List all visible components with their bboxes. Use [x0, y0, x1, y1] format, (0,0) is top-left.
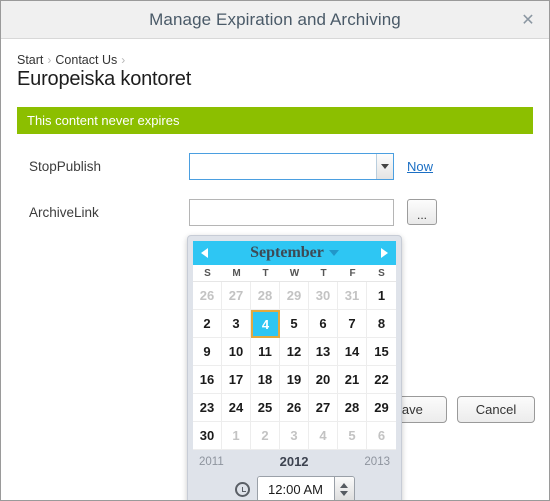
now-link[interactable]: Now [407, 159, 433, 174]
calendar-day[interactable]: 14 [338, 338, 367, 366]
stop-publish-dropdown-button[interactable] [376, 153, 393, 179]
dialog-title: Manage Expiration and Archiving [149, 9, 401, 29]
calendar-day[interactable]: 3 [222, 310, 251, 338]
status-banner-text: This content never expires [27, 113, 180, 128]
date-picker-calendar: September S M T W T F S 26 27 28 29 30 31 1 2 3 4… [187, 235, 402, 500]
chevron-down-icon [328, 250, 339, 256]
calendar-day[interactable]: 27 [222, 282, 251, 310]
weekday-label: T [262, 268, 269, 279]
calendar-day-selected[interactable]: 4 [251, 310, 280, 338]
spinner-down-icon[interactable] [340, 491, 348, 496]
weekday-label: W [289, 268, 300, 279]
weekday-label: T [320, 268, 327, 279]
calendar-day[interactable]: 9 [193, 338, 222, 366]
calendar-day[interactable]: 29 [280, 282, 309, 310]
calendar-day[interactable]: 21 [338, 366, 367, 394]
form-row-archive-link: ArchiveLink ... [1, 198, 549, 226]
time-input[interactable] [257, 477, 334, 500]
calendar-day[interactable]: 1 [222, 422, 251, 450]
calendar-day[interactable]: 25 [251, 394, 280, 422]
page-title: Europeiska kontoret [17, 68, 192, 90]
breadcrumb-separator-icon: › [47, 53, 52, 67]
cancel-button[interactable]: Cancel [457, 396, 535, 423]
chevron-down-icon [381, 163, 389, 169]
calendar-year-current[interactable]: 2012 [280, 454, 309, 469]
calendar-day[interactable]: 31 [338, 282, 367, 310]
calendar-day[interactable]: 22 [367, 366, 396, 394]
calendar-day[interactable]: 15 [367, 338, 396, 366]
calendar-day[interactable]: 24 [222, 394, 251, 422]
calendar-year-prev[interactable]: 2011 [199, 456, 224, 468]
stop-publish-label: StopPublish [29, 158, 102, 174]
calendar-day[interactable]: 8 [367, 310, 396, 338]
calendar-day[interactable]: 17 [222, 366, 251, 394]
calendar-day[interactable]: 29 [367, 394, 396, 422]
calendar-month-label: September [250, 244, 324, 261]
calendar-time-row [193, 472, 396, 500]
stop-publish-input[interactable] [190, 153, 376, 179]
calendar-day[interactable]: 19 [280, 366, 309, 394]
calendar-day[interactable]: 13 [309, 338, 338, 366]
calendar-header: September [193, 241, 396, 265]
calendar-day[interactable]: 5 [280, 310, 309, 338]
archive-link-label: ArchiveLink [29, 204, 99, 220]
breadcrumb-separator-icon: › [121, 53, 126, 67]
weekday-label: S [204, 268, 211, 279]
spinner-up-icon[interactable] [340, 483, 348, 488]
weekday-label: S [378, 268, 385, 279]
calendar-day[interactable]: 27 [309, 394, 338, 422]
calendar-day[interactable]: 1 [367, 282, 396, 310]
calendar-day[interactable]: 2 [251, 422, 280, 450]
calendar-day[interactable]: 4 [309, 422, 338, 450]
dialog-body: Start › Contact Us › Europeiska kontoret Th… [1, 39, 549, 500]
manage-expiration-dialog: Manage Expiration and Archiving ✕ Start ›… [0, 0, 550, 501]
calendar-day[interactable]: 6 [309, 310, 338, 338]
chevron-left-icon[interactable] [201, 248, 208, 258]
dialog-titlebar: Manage Expiration and Archiving ✕ [1, 1, 549, 39]
calendar-day[interactable]: 10 [222, 338, 251, 366]
calendar-day[interactable]: 2 [193, 310, 222, 338]
clock-icon [234, 482, 250, 497]
calendar-day[interactable]: 16 [193, 366, 222, 394]
calendar-day[interactable]: 12 [280, 338, 309, 366]
calendar-year-row: 2011 2012 2013 [193, 450, 396, 472]
status-banner: This content never expires [17, 107, 533, 134]
breadcrumb-item-start[interactable]: Start [17, 53, 43, 67]
calendar-weekday-header: S M T W T F S [193, 265, 396, 281]
calendar-day[interactable]: 11 [251, 338, 280, 366]
time-field [256, 476, 355, 500]
calendar-day[interactable]: 28 [338, 394, 367, 422]
calendar-year-next[interactable]: 2013 [364, 456, 390, 468]
calendar-day[interactable]: 23 [193, 394, 222, 422]
calendar-day[interactable]: 3 [280, 422, 309, 450]
calendar-day[interactable]: 20 [309, 366, 338, 394]
archive-link-input[interactable] [189, 198, 394, 226]
breadcrumb-item-contact-us[interactable]: Contact Us [55, 53, 117, 67]
chevron-right-icon[interactable] [380, 248, 388, 258]
calendar-day[interactable]: 18 [251, 366, 280, 394]
form-row-stop-publish: StopPublish Now [1, 152, 549, 180]
calendar-day[interactable]: 6 [367, 422, 396, 450]
calendar-day[interactable]: 30 [193, 422, 222, 450]
breadcrumb: Start › Contact Us › [1, 39, 549, 67]
calendar-month-selector[interactable]: September [250, 244, 339, 262]
calendar-day[interactable]: 26 [280, 394, 309, 422]
calendar-day[interactable]: 28 [251, 282, 280, 310]
calendar-day[interactable]: 30 [309, 282, 338, 310]
weekday-label: F [349, 268, 356, 279]
calendar-day[interactable]: 5 [338, 422, 367, 450]
calendar-day-grid: 26 27 28 29 30 31 1 2 3 4 5 6 7 8 9 10 11 12 13 14 15 16 17 18 1… [193, 281, 396, 450]
archive-link-browse-button[interactable]: ... [407, 199, 437, 225]
weekday-label: M [232, 268, 241, 279]
calendar-day[interactable]: 26 [193, 282, 222, 310]
close-icon[interactable]: ✕ [517, 9, 539, 31]
calendar-day[interactable]: 7 [338, 310, 367, 338]
time-spinner[interactable] [333, 477, 354, 500]
stop-publish-field [189, 152, 394, 180]
